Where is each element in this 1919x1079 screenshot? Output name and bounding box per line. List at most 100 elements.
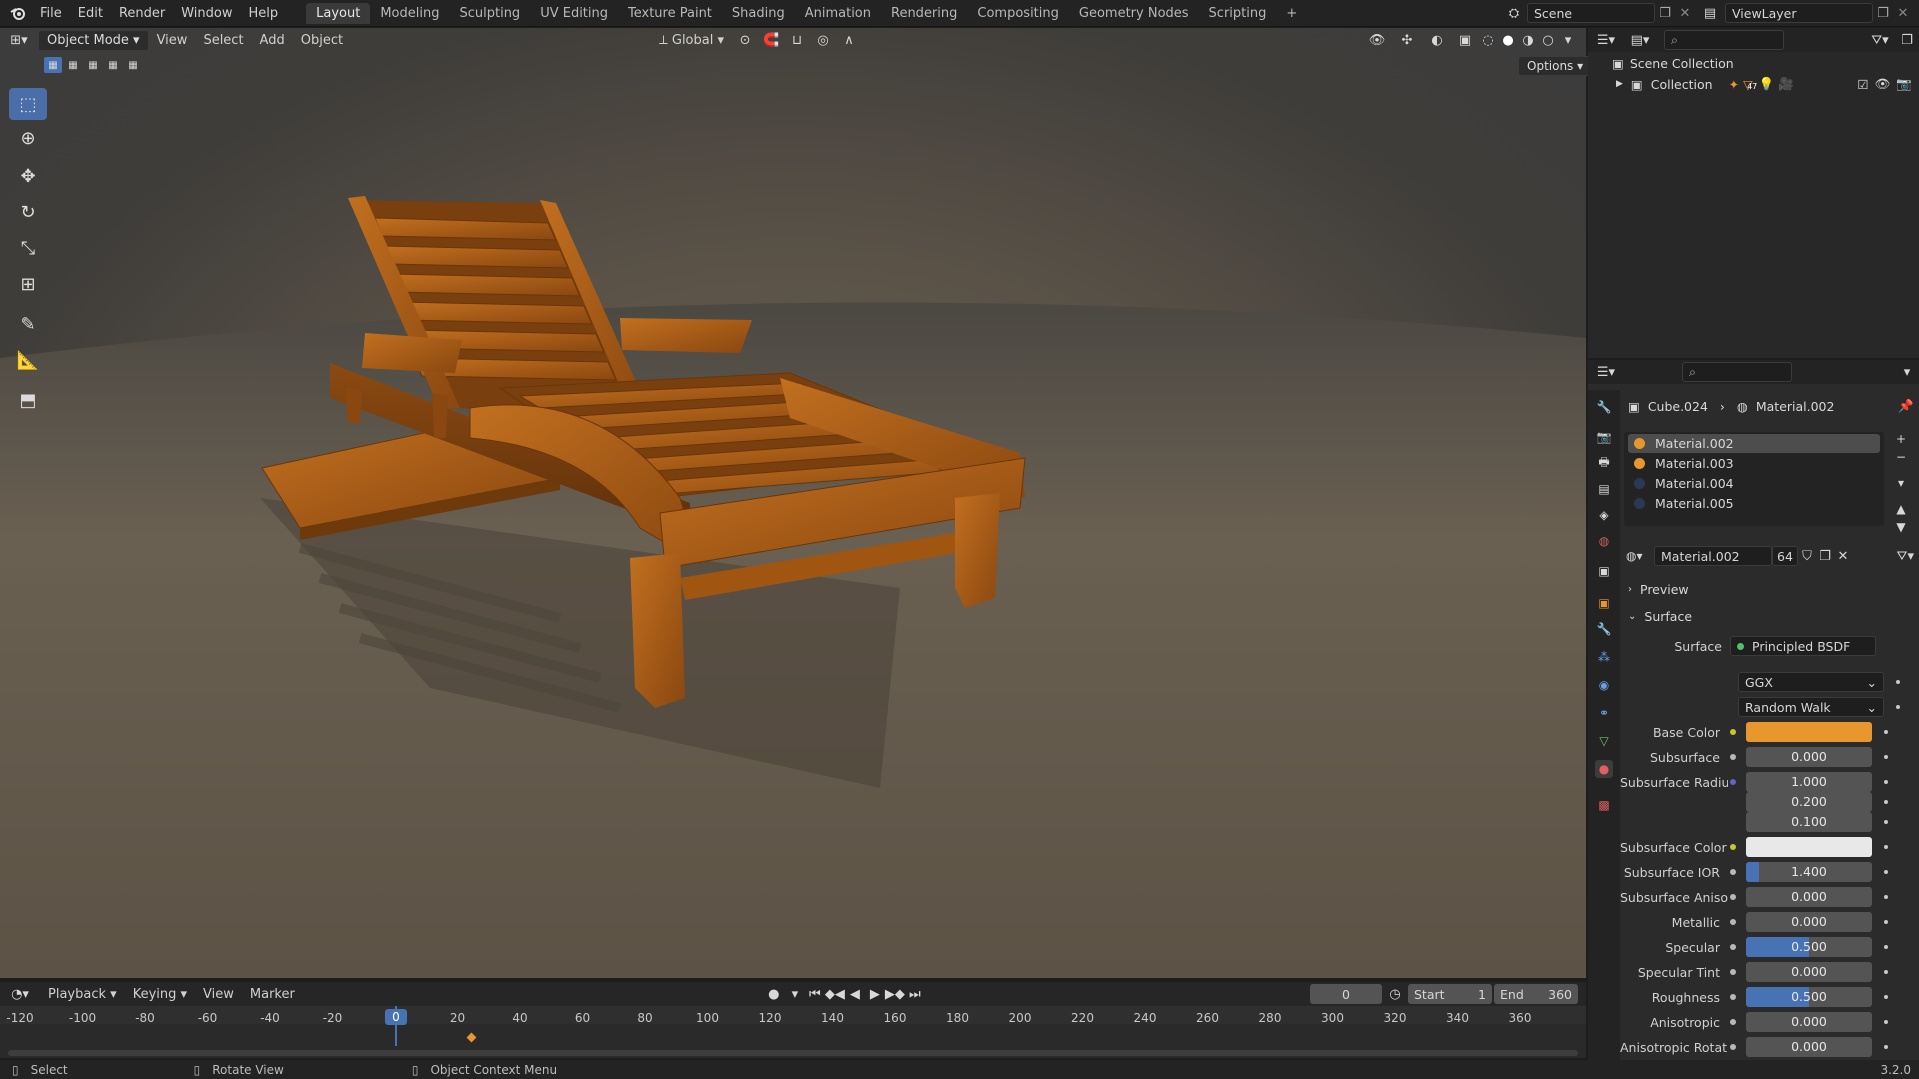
material-name-field[interactable]: Material.002 bbox=[1654, 546, 1772, 566]
socket-dot-icon[interactable] bbox=[1728, 867, 1738, 877]
shading-options-icon[interactable]: ▾ bbox=[1558, 33, 1578, 48]
proportional-edit-icon[interactable]: ◎ bbox=[810, 33, 836, 48]
socket-dot-icon[interactable] bbox=[1728, 1042, 1738, 1052]
scene-collection-row[interactable]: ▣ Scene Collection bbox=[1612, 56, 1734, 71]
record-options-icon[interactable]: ▾ bbox=[785, 987, 805, 1002]
unlink-material-icon[interactable]: ✕ bbox=[1834, 549, 1852, 564]
rotate-tool-icon[interactable]: ↻ bbox=[9, 196, 47, 228]
property-value-field[interactable]: 1.000 bbox=[1746, 772, 1872, 792]
keyframe-dot-icon[interactable] bbox=[1884, 730, 1888, 734]
socket-dot-icon[interactable] bbox=[1728, 1017, 1738, 1027]
user-count[interactable]: 64 bbox=[1772, 546, 1798, 566]
tab-uv-editing[interactable]: UV Editing bbox=[530, 3, 618, 24]
timeline-area[interactable] bbox=[0, 1006, 1586, 1058]
delete-view-layer-icon[interactable]: ✕ bbox=[1893, 6, 1913, 21]
property-value-field[interactable]: 1.400 bbox=[1746, 862, 1872, 882]
list-item[interactable]: Material.004 bbox=[1628, 474, 1880, 493]
tab-modeling[interactable]: Modeling bbox=[370, 3, 449, 24]
keyframe-dot-icon[interactable] bbox=[1884, 970, 1888, 974]
menu-file[interactable]: File bbox=[32, 6, 70, 21]
physics-tab-icon[interactable]: ◉ bbox=[1595, 676, 1613, 694]
menu-playback[interactable]: Playback ▾ bbox=[40, 987, 125, 1002]
property-value-field[interactable]: 0.000 bbox=[1746, 1037, 1872, 1057]
property-value-field[interactable]: 0.000 bbox=[1746, 1012, 1872, 1032]
display-mode-icon[interactable]: ▤▾ bbox=[1624, 33, 1656, 48]
tab-sculpting[interactable]: Sculpting bbox=[449, 3, 530, 24]
play-icon[interactable]: ▶ bbox=[865, 987, 885, 1002]
keyframe-dot-icon[interactable] bbox=[1896, 680, 1900, 684]
collection-row[interactable]: ▶ ▣ Collection ✦ ▽ 47 💡 🎥 ☑ 👁 📷 bbox=[1616, 76, 1912, 92]
socket-dot-icon[interactable] bbox=[1728, 942, 1738, 952]
property-value-field[interactable]: 0.000 bbox=[1746, 747, 1872, 767]
timeline-scrollbar[interactable] bbox=[8, 1050, 1578, 1056]
next-keyframe-icon[interactable]: ▶◆ bbox=[885, 987, 905, 1002]
add-slot-icon[interactable]: + bbox=[1896, 432, 1906, 446]
scene-tab-icon[interactable]: ◈ bbox=[1595, 506, 1613, 524]
keyframe-dot-icon[interactable] bbox=[1884, 1045, 1888, 1049]
hide-eye-icon[interactable]: 👁 bbox=[1875, 76, 1891, 92]
properties-editor-icon[interactable]: ☰▾ bbox=[1588, 365, 1624, 380]
socket-dot-icon[interactable] bbox=[1728, 967, 1738, 977]
property-value-field[interactable]: 0.000 bbox=[1746, 962, 1872, 982]
material-shading-icon[interactable]: ◑ bbox=[1518, 33, 1538, 48]
material-tab-icon[interactable]: ● bbox=[1595, 760, 1613, 778]
fake-user-shield-icon[interactable]: ⛉ bbox=[1798, 549, 1816, 564]
output-tab-icon[interactable]: 🖶 bbox=[1595, 454, 1613, 472]
start-frame-field[interactable]: Start 1 bbox=[1408, 984, 1492, 1004]
surface-shader-field[interactable]: Principled BSDF bbox=[1730, 636, 1876, 656]
browse-material-icon[interactable]: ◍▾ bbox=[1626, 549, 1654, 563]
rendered-shading-icon[interactable]: ○ bbox=[1538, 33, 1558, 48]
move-down-icon[interactable]: ▼ bbox=[1896, 520, 1905, 534]
subsurface-method-dropdown[interactable]: Random Walk ⌄ bbox=[1738, 697, 1884, 717]
property-value-field[interactable]: 0.500 bbox=[1746, 937, 1872, 957]
render-camera-icon[interactable]: 📷 bbox=[1896, 76, 1912, 92]
exclude-checkbox[interactable]: ☑ bbox=[1857, 77, 1868, 92]
menu-render[interactable]: Render bbox=[111, 6, 173, 21]
measure-tool-icon[interactable]: 📐 bbox=[9, 344, 47, 376]
menu-edit[interactable]: Edit bbox=[70, 6, 111, 21]
tab-scripting[interactable]: Scripting bbox=[1199, 3, 1277, 24]
delete-scene-icon[interactable]: ✕ bbox=[1675, 6, 1695, 21]
solid-shading-icon[interactable]: ● bbox=[1498, 33, 1518, 48]
transform-tool-icon[interactable]: ⊞ bbox=[9, 268, 47, 300]
property-value-field[interactable]: 0.000 bbox=[1746, 912, 1872, 932]
add-workspace-icon[interactable]: + bbox=[1276, 3, 1307, 24]
tab-rendering[interactable]: Rendering bbox=[881, 3, 967, 24]
add-cube-tool-icon[interactable]: ⬒ bbox=[9, 384, 47, 416]
move-tool-icon[interactable]: ✥ bbox=[9, 160, 47, 192]
socket-dot-icon[interactable] bbox=[1728, 727, 1738, 737]
property-value-field[interactable]: 0.000 bbox=[1746, 887, 1872, 907]
keyframe-dot-icon[interactable] bbox=[1884, 945, 1888, 949]
menu-window[interactable]: Window bbox=[173, 6, 240, 21]
preview-panel-header[interactable]: › Preview bbox=[1628, 579, 1914, 599]
list-item[interactable]: Material.003 bbox=[1628, 454, 1880, 473]
falloff-icon[interactable]: ∧ bbox=[836, 33, 862, 48]
pin-icon[interactable]: 📌 bbox=[1898, 398, 1914, 414]
clock-icon[interactable]: ◷ bbox=[1382, 987, 1408, 1002]
select-invert-icon[interactable]: ▦ bbox=[104, 57, 122, 73]
property-value-field[interactable] bbox=[1746, 722, 1872, 742]
modifier-tab-icon[interactable]: 🔧 bbox=[1595, 620, 1613, 638]
tab-layout[interactable]: Layout bbox=[306, 2, 371, 24]
menu-timeline-view[interactable]: View bbox=[195, 987, 242, 1002]
object-mode-dropdown[interactable]: Object Mode ▾ bbox=[38, 29, 149, 51]
keyframe-dot-icon[interactable] bbox=[1884, 895, 1888, 899]
play-reverse-icon[interactable]: ◀ bbox=[845, 987, 865, 1002]
select-subtract-icon[interactable]: ▦ bbox=[84, 57, 102, 73]
tab-geometry-nodes[interactable]: Geometry Nodes bbox=[1069, 3, 1199, 24]
view-layer-field[interactable]: ViewLayer bbox=[1725, 3, 1873, 23]
keyframe-dot-icon[interactable] bbox=[1896, 705, 1900, 709]
keyframe-dot-icon[interactable] bbox=[1884, 820, 1888, 824]
view-layer-icon[interactable]: ▤ bbox=[1695, 6, 1725, 21]
scene-icon[interactable]: ⛭ bbox=[1501, 6, 1527, 21]
constraints-tab-icon[interactable]: ⚭ bbox=[1595, 704, 1613, 722]
snap-target-icon[interactable]: ⊔ bbox=[784, 33, 810, 48]
keyframe-dot-icon[interactable] bbox=[1884, 780, 1888, 784]
move-up-icon[interactable]: ▲ bbox=[1896, 502, 1905, 516]
socket-dot-icon[interactable] bbox=[1728, 752, 1738, 762]
render-tab-icon[interactable]: 📷 bbox=[1595, 428, 1613, 446]
keyframe-dot-icon[interactable] bbox=[1884, 995, 1888, 999]
list-item[interactable]: Material.005 bbox=[1628, 494, 1880, 513]
socket-dot-icon[interactable] bbox=[1728, 917, 1738, 927]
scale-tool-icon[interactable]: ⤡ bbox=[9, 232, 47, 264]
